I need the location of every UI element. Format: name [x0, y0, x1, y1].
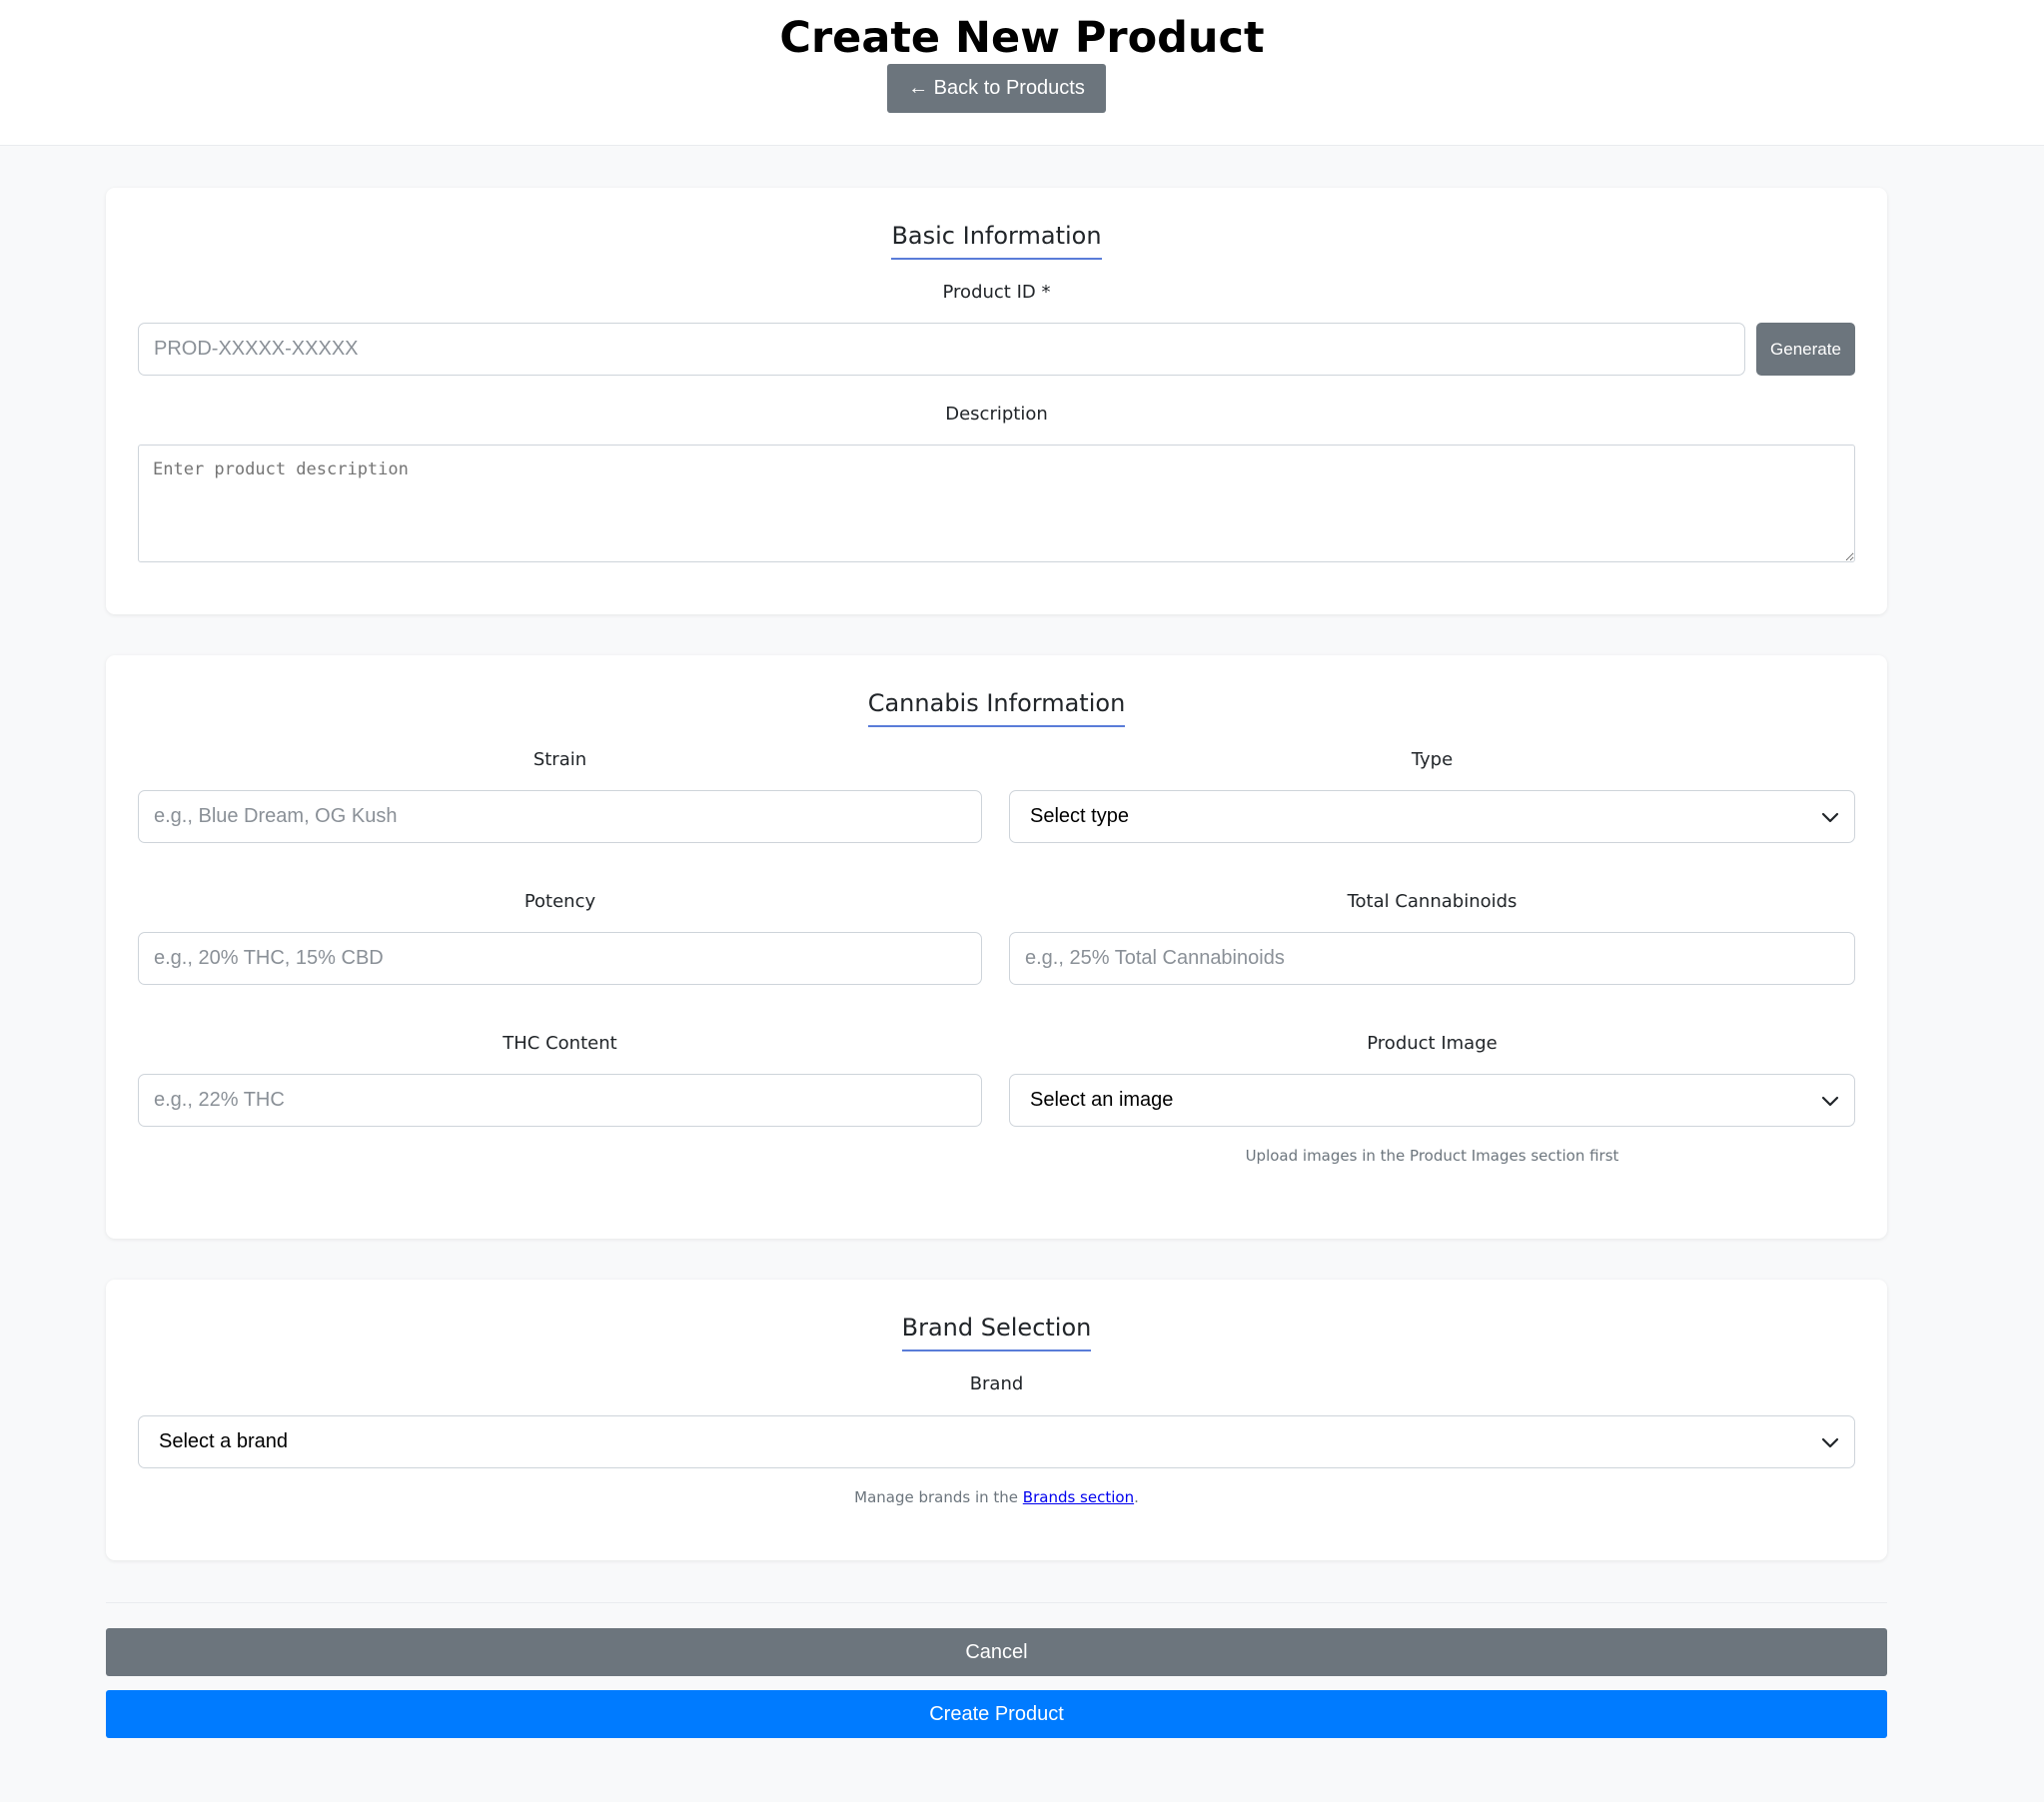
- total-cannabinoids-label: Total Cannabinoids: [1347, 891, 1518, 912]
- type-select[interactable]: Select type: [1009, 790, 1855, 843]
- potency-input[interactable]: [138, 932, 982, 985]
- section-title: Basic Information: [106, 222, 1887, 260]
- create-product-button[interactable]: Create Product: [106, 1690, 1887, 1738]
- page-header: Create New Product ← Back to Products: [0, 0, 2044, 146]
- strain-label: Strain: [532, 749, 587, 770]
- brand-help-text: Manage brands in the Brands section.: [106, 1488, 1887, 1506]
- back-to-products-button[interactable]: ← Back to Products: [887, 64, 1106, 113]
- description-textarea[interactable]: [138, 445, 1855, 562]
- product-id-label: Product ID *: [942, 282, 1051, 303]
- brands-section-link[interactable]: Brands section: [1023, 1488, 1134, 1506]
- product-image-label: Product Image: [1367, 1033, 1498, 1054]
- product-id-input[interactable]: [138, 323, 1745, 376]
- chevron-down-icon: [1821, 1437, 1839, 1447]
- total-cannabinoids-input[interactable]: [1009, 932, 1855, 985]
- cannabis-information-title: Cannabis Information: [867, 689, 1126, 727]
- type-label: Type: [1411, 749, 1454, 770]
- product-image-help-text: Upload images in the Product Images sect…: [1245, 1147, 1619, 1165]
- description-label: Description: [945, 404, 1048, 425]
- cannabis-information-card: Cannabis Information Strain Type Select …: [106, 655, 1887, 1239]
- brand-selection-card: Brand Selection Brand Select a brand Man…: [106, 1280, 1887, 1560]
- brand-help-prefix: Manage brands in the: [854, 1488, 1023, 1506]
- basic-information-card: Basic Information Product ID * Generate …: [106, 188, 1887, 614]
- strain-input[interactable]: [138, 790, 982, 843]
- brand-select[interactable]: Select a brand: [138, 1415, 1855, 1468]
- thc-content-label: THC Content: [503, 1033, 617, 1054]
- brand-select-value: Select a brand: [159, 1430, 288, 1452]
- basic-information-title: Basic Information: [891, 222, 1102, 260]
- page-title: Create New Product: [779, 13, 1265, 63]
- brand-help-suffix: .: [1134, 1488, 1139, 1506]
- section-title: Cannabis Information: [106, 689, 1887, 727]
- product-image-select-value: Select an image: [1030, 1089, 1174, 1111]
- chevron-down-icon: [1821, 1096, 1839, 1106]
- type-select-value: Select type: [1030, 805, 1129, 827]
- generate-button[interactable]: Generate: [1756, 323, 1855, 376]
- brand-label: Brand: [969, 1373, 1024, 1394]
- product-image-select[interactable]: Select an image: [1009, 1074, 1855, 1127]
- chevron-down-icon: [1821, 812, 1839, 822]
- brand-selection-title: Brand Selection: [901, 1314, 1092, 1352]
- cancel-button[interactable]: Cancel: [106, 1628, 1887, 1676]
- section-title: Brand Selection: [106, 1314, 1887, 1352]
- thc-content-input[interactable]: [138, 1074, 982, 1127]
- potency-label: Potency: [523, 891, 596, 912]
- actions-divider: [106, 1602, 1887, 1603]
